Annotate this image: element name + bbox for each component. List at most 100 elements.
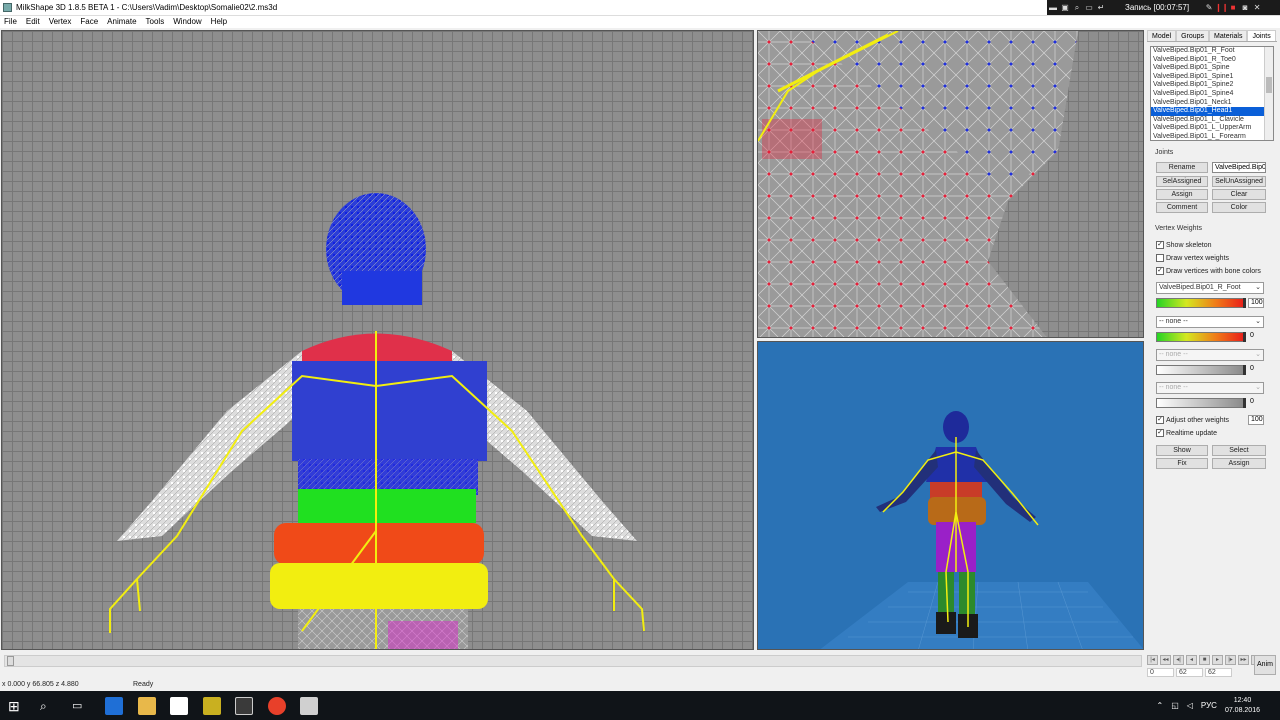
joint-list-item[interactable]: ValveBiped.Bip01_Spine2 — [1151, 81, 1273, 90]
joint-list-item[interactable]: ValveBiped.Bip01_R_Foot — [1151, 47, 1273, 56]
tab-groups[interactable]: Groups — [1176, 30, 1210, 41]
joint-list-item[interactable]: ValveBiped.Bip01_Spine — [1151, 64, 1273, 73]
fullscreen-icon[interactable]: ▭ — [1083, 3, 1095, 12]
step-forward-icon[interactable]: |▸ — [1225, 655, 1236, 665]
milkshape-taskbar-icon[interactable] — [300, 697, 318, 715]
search-icon[interactable]: ⌕ — [40, 697, 58, 715]
menu-tools[interactable]: Tools — [146, 16, 165, 28]
bone-select-3[interactable]: -- none -- ⌄ — [1156, 349, 1264, 361]
end-frame-field[interactable]: 62 — [1205, 668, 1232, 677]
edge-icon[interactable] — [105, 697, 123, 715]
slider-handle[interactable] — [1243, 332, 1246, 342]
tab-joints[interactable]: Joints — [1247, 30, 1276, 41]
app-icon-1[interactable] — [203, 697, 221, 715]
rename-field[interactable]: ValveBiped.Bip0 — [1212, 162, 1266, 173]
joints-list[interactable]: ValveBiped.Bip01_R_Foot ValveBiped.Bip01_… — [1150, 46, 1274, 141]
close-icon[interactable]: ✕ — [1251, 3, 1263, 12]
screen-icon[interactable]: ▬ — [1047, 3, 1059, 12]
next-frame-icon[interactable]: ▸▸ — [1238, 655, 1249, 665]
menu-edit[interactable]: Edit — [26, 16, 40, 28]
file-explorer-icon[interactable] — [138, 697, 156, 715]
frame-slider-knob[interactable] — [7, 656, 14, 666]
adjust-other-value[interactable]: 100 — [1248, 415, 1264, 425]
scrollbar-thumb[interactable] — [1266, 77, 1272, 93]
chrome-icon[interactable] — [268, 697, 286, 715]
checkbox-box[interactable]: ✓ — [1156, 241, 1164, 249]
checkbox-box[interactable] — [1156, 254, 1164, 262]
front-viewport[interactable] — [1, 30, 754, 650]
realtime-update-checkbox[interactable]: ✓ Realtime update — [1156, 428, 1217, 438]
joint-list-item[interactable]: ValveBiped.Bip01_Spine1 — [1151, 73, 1273, 82]
volume-icon[interactable]: ◁ — [1187, 701, 1193, 710]
slider-handle[interactable] — [1243, 398, 1246, 408]
stop-icon[interactable]: ■ — [1199, 655, 1210, 665]
top-viewport[interactable] — [757, 30, 1144, 338]
first-frame-icon[interactable]: |◂ — [1147, 655, 1158, 665]
bone-select-1[interactable]: ValveBiped.Bip01_R_Foot ⌄ — [1156, 282, 1264, 294]
checkbox-box[interactable]: ✓ — [1156, 416, 1164, 424]
adjust-other-weights-checkbox[interactable]: ✓ Adjust other weights — [1156, 415, 1229, 425]
color-button[interactable]: Color — [1212, 202, 1266, 213]
keyboard-language[interactable]: РУС — [1201, 701, 1217, 710]
menu-file[interactable]: File — [4, 16, 17, 28]
slider-handle[interactable] — [1243, 298, 1246, 308]
search-icon[interactable]: ⌕ — [1071, 3, 1083, 13]
app-icon-2[interactable] — [235, 697, 253, 715]
weight-bar-4[interactable] — [1156, 398, 1246, 408]
joint-list-item[interactable]: ValveBiped.Bip01_Spine4 — [1151, 90, 1273, 99]
tab-materials[interactable]: Materials — [1209, 30, 1248, 41]
checkbox-box[interactable]: ✓ — [1156, 267, 1164, 275]
play-icon[interactable]: ▸ — [1212, 655, 1223, 665]
menu-window[interactable]: Window — [173, 16, 201, 28]
weight-value-1[interactable]: 100 — [1248, 298, 1264, 308]
menu-help[interactable]: Help — [211, 16, 227, 28]
camera-icon[interactable]: ◙ — [1239, 3, 1251, 12]
perspective-viewport[interactable] — [757, 341, 1144, 650]
rename-button[interactable]: Rename — [1156, 162, 1208, 173]
network-icon[interactable]: ◱ — [1171, 701, 1179, 710]
pen-icon[interactable]: ✎ — [1203, 3, 1215, 12]
joint-list-item[interactable]: ValveBiped.Bip01_L_Clavicle — [1151, 116, 1273, 125]
draw-vertex-weights-checkbox[interactable]: Draw vertex weights — [1156, 253, 1229, 263]
clear-button[interactable]: Clear — [1212, 189, 1266, 200]
menu-animate[interactable]: Animate — [107, 16, 136, 28]
comment-button[interactable]: Comment — [1156, 202, 1208, 213]
sel-unassigned-button[interactable]: SelUnAssigned — [1212, 176, 1266, 187]
weight-bar-1[interactable] — [1156, 298, 1246, 308]
joint-list-item[interactable]: ValveBiped.Bip01_L_Forearm — [1151, 133, 1273, 140]
joints-list-scrollbar[interactable] — [1264, 47, 1273, 140]
frame-slider[interactable] — [4, 655, 1142, 667]
window-icon[interactable]: ▣ — [1059, 3, 1071, 12]
joint-list-item[interactable]: ValveBiped.Bip01_R_Toe0 — [1151, 56, 1273, 65]
step-back-icon[interactable]: ◂| — [1173, 655, 1184, 665]
menu-face[interactable]: Face — [80, 16, 98, 28]
prev-frame-icon[interactable]: ◂◂ — [1160, 655, 1171, 665]
start-icon[interactable]: ⊞ — [8, 697, 26, 715]
chevron-up-icon[interactable]: ⌃ — [1157, 701, 1164, 710]
joint-list-item[interactable]: ValveBiped.Bip01_L_UpperArm — [1151, 124, 1273, 133]
region-icon[interactable]: ↵ — [1095, 3, 1107, 12]
current-frame-field[interactable]: 0 — [1147, 668, 1174, 677]
store-icon[interactable] — [170, 697, 188, 715]
slider-handle[interactable] — [1243, 365, 1246, 375]
show-skeleton-checkbox[interactable]: ✓ Show skeleton — [1156, 240, 1212, 250]
select-button[interactable]: Select — [1212, 445, 1266, 456]
sel-assigned-button[interactable]: SelAssigned — [1156, 176, 1208, 187]
pause-icon[interactable]: ❙❙ — [1215, 3, 1228, 12]
bone-select-4[interactable]: -- none -- ⌄ — [1156, 382, 1264, 394]
clock[interactable]: 12:40 07.08.2016 — [1225, 696, 1260, 716]
assign-button[interactable]: Assign — [1156, 189, 1208, 200]
anim-button[interactable]: Anim — [1254, 655, 1276, 675]
weight-bar-2[interactable] — [1156, 332, 1246, 342]
checkbox-box[interactable]: ✓ — [1156, 429, 1164, 437]
fix-button[interactable]: Fix — [1156, 458, 1208, 469]
weight-bar-3[interactable] — [1156, 365, 1246, 375]
joint-list-item[interactable]: ValveBiped.Bip01_Neck1 — [1151, 99, 1273, 108]
start-frame-field[interactable]: 62 — [1176, 668, 1203, 677]
joint-list-item[interactable]: ValveBiped.Bip01_Head1 — [1151, 107, 1273, 116]
assign-weights-button[interactable]: Assign — [1212, 458, 1266, 469]
draw-bone-colors-checkbox[interactable]: ✓ Draw vertices with bone colors — [1156, 266, 1261, 276]
stop-icon[interactable]: ■ — [1227, 3, 1239, 12]
play-back-icon[interactable]: ◂ — [1186, 655, 1197, 665]
bone-select-2[interactable]: -- none -- ⌄ — [1156, 316, 1264, 328]
